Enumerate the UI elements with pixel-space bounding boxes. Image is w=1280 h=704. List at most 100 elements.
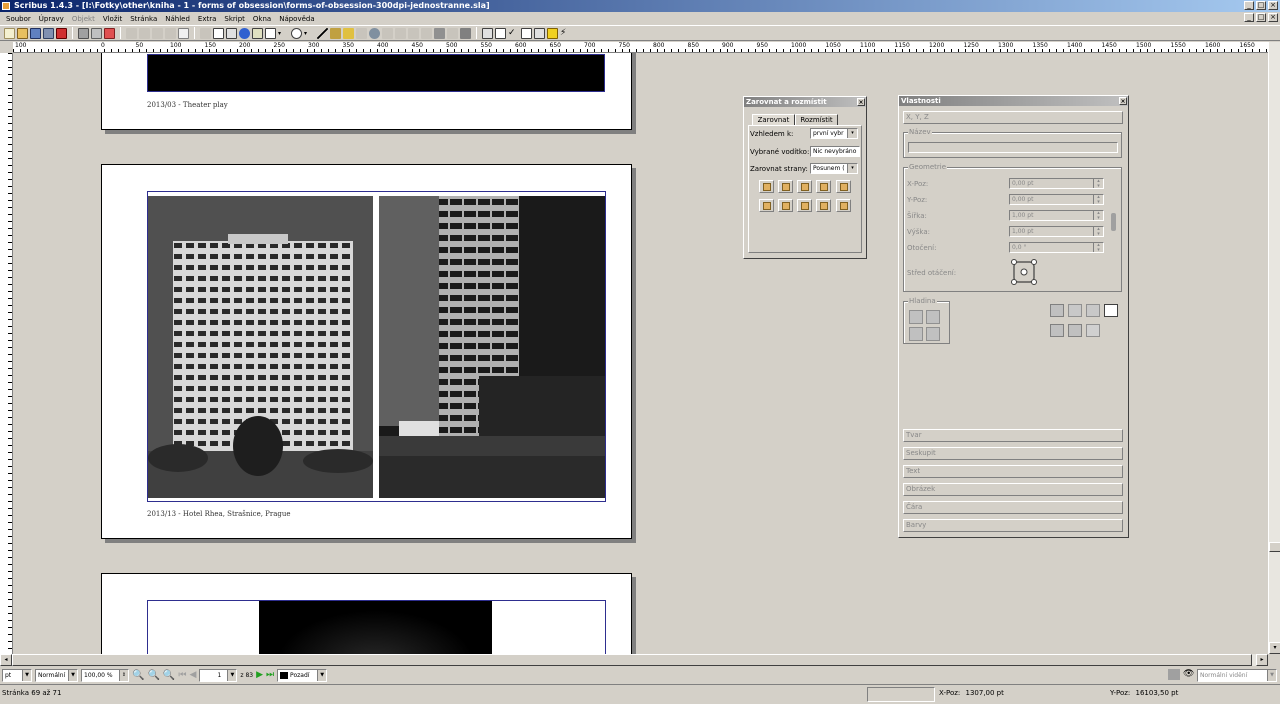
- no-print-icon[interactable]: [1086, 324, 1100, 337]
- menu-napoveda[interactable]: Nápověda: [275, 15, 318, 23]
- zoom-in-icon[interactable]: 🔍: [163, 670, 175, 681]
- copy-properties-icon[interactable]: [447, 27, 458, 39]
- zoom-icon[interactable]: [369, 27, 380, 39]
- text-annotation-icon[interactable]: [547, 27, 558, 39]
- align-bottom-button[interactable]: [816, 199, 831, 212]
- page-71[interactable]: [101, 573, 632, 654]
- menu-okna[interactable]: Okna: [249, 15, 275, 23]
- unit-select[interactable]: pt ▼: [2, 668, 32, 682]
- preflight-icon[interactable]: [91, 27, 102, 39]
- pdf-combobox-icon[interactable]: [521, 27, 532, 39]
- spinner-icon[interactable]: ▴ ▾: [1093, 227, 1103, 236]
- menu-skript[interactable]: Skript: [220, 15, 249, 23]
- horizontal-scrollbar[interactable]: ◂ ▸: [0, 654, 1268, 666]
- spinner-icon[interactable]: ▴ ▾: [1093, 243, 1103, 252]
- flip-vertical-icon[interactable]: [1068, 304, 1082, 317]
- export-pdf-icon[interactable]: [104, 27, 115, 39]
- menu-nahled[interactable]: Náhled: [161, 15, 194, 23]
- properties-panel-title[interactable]: Vlastnosti ×: [899, 96, 1128, 106]
- object-name-field[interactable]: [908, 142, 1118, 153]
- lower-to-bottom-icon[interactable]: [926, 327, 940, 341]
- measure-icon[interactable]: [434, 27, 445, 39]
- chain-link-icon[interactable]: [1111, 213, 1116, 231]
- edit-content-icon[interactable]: [382, 27, 393, 39]
- pdf-button-icon[interactable]: [482, 27, 493, 39]
- edit-text-icon[interactable]: [395, 27, 406, 39]
- scroll-down-button[interactable]: ▾: [1269, 642, 1280, 654]
- menu-extra[interactable]: Extra: [194, 15, 220, 23]
- last-page-icon[interactable]: ⏭: [266, 670, 274, 680]
- xpos-field[interactable]: 0,00 pt ▴ ▾: [1009, 178, 1104, 189]
- vertical-scroll-thumb[interactable]: [1269, 542, 1280, 552]
- line-icon[interactable]: [317, 27, 328, 39]
- menu-vlozit[interactable]: Vložit: [99, 15, 126, 23]
- center-vertical-button[interactable]: [797, 199, 812, 212]
- height-field[interactable]: 1,00 pt ▴ ▾: [1009, 226, 1104, 237]
- image-quality-select[interactable]: Normální ▼: [35, 668, 78, 682]
- pdf-checkbox-icon[interactable]: ✓: [508, 28, 519, 39]
- visual-mode-select[interactable]: Normální vidění ▼: [1197, 669, 1277, 682]
- align-sides-select[interactable]: Posunem ( ▾: [810, 163, 858, 174]
- width-field[interactable]: 1,00 pt ▴ ▾: [1009, 210, 1104, 221]
- page-select[interactable]: 1 ▼: [199, 668, 238, 682]
- align-right-button[interactable]: [816, 180, 831, 193]
- section-tvar[interactable]: Tvar: [903, 429, 1123, 442]
- link-frames-icon[interactable]: [408, 27, 419, 39]
- section-obrazek[interactable]: Obrázek: [903, 483, 1123, 496]
- properties-panel-close-button[interactable]: ×: [1119, 97, 1127, 105]
- previous-page-icon[interactable]: ◀: [189, 670, 196, 680]
- lock-position-icon[interactable]: [1068, 324, 1082, 337]
- rotation-field[interactable]: 0,0 ° ▴ ▾: [1009, 242, 1104, 253]
- zoom-field[interactable]: 100,00 % ⇕: [81, 668, 129, 682]
- eyedropper-icon[interactable]: [460, 27, 471, 39]
- pdf-textfield-icon[interactable]: [495, 27, 506, 39]
- close-button[interactable]: ×: [1268, 1, 1278, 10]
- zoom-out-icon[interactable]: 🔍: [132, 670, 144, 681]
- spinner-icon[interactable]: ▴ ▾: [1093, 179, 1103, 188]
- pdf-listbox-icon[interactable]: [534, 27, 545, 39]
- hotel-photo-right[interactable]: [379, 196, 605, 498]
- open-folder-icon[interactable]: [17, 27, 28, 39]
- print-icon[interactable]: [78, 27, 89, 39]
- tab-rozmistit[interactable]: Rozmístit: [795, 114, 838, 125]
- align-right-sides-button[interactable]: [836, 180, 851, 193]
- raise-to-top-icon[interactable]: [909, 310, 923, 324]
- minimize-button[interactable]: _: [1244, 1, 1254, 10]
- align-bottom-sides-button[interactable]: [836, 199, 851, 212]
- maximize-button[interactable]: □: [1256, 1, 1266, 10]
- doc-close-button[interactable]: ×: [1268, 13, 1278, 22]
- horizontal-scroll-thumb[interactable]: [12, 654, 1252, 666]
- menu-soubor[interactable]: Soubor: [2, 15, 35, 23]
- flip-horizontal-icon[interactable]: [1050, 304, 1064, 317]
- close-document-icon[interactable]: [56, 27, 67, 39]
- spinner-icon[interactable]: ▴ ▾: [1093, 211, 1103, 220]
- ypos-field[interactable]: 0,00 pt ▴ ▾: [1009, 194, 1104, 205]
- select-icon[interactable]: [200, 27, 211, 39]
- lock-size-icon[interactable]: [1050, 324, 1064, 337]
- menu-stranka[interactable]: Stránka: [126, 15, 161, 23]
- lower-icon[interactable]: [909, 327, 923, 341]
- hotel-photo-left[interactable]: [148, 196, 373, 498]
- visual-preview-icon[interactable]: 👁: [1183, 669, 1195, 680]
- doc-minimize-button[interactable]: _: [1244, 13, 1254, 22]
- render-frame-icon[interactable]: [239, 27, 250, 39]
- unlink-frames-icon[interactable]: [421, 27, 432, 39]
- rotation-origin-selector[interactable]: [1011, 259, 1037, 285]
- preview-mode-icon[interactable]: [1168, 669, 1180, 680]
- align-panel-title[interactable]: Zarovnat a rozmístit ×: [744, 97, 866, 107]
- zoom-100-icon[interactable]: 🔍: [147, 670, 159, 681]
- scroll-right-button[interactable]: ▸: [1256, 654, 1268, 666]
- print-toggle-icon[interactable]: [1104, 304, 1118, 317]
- undo-icon[interactable]: [126, 27, 137, 39]
- page-69[interactable]: 2013/03 - Theater play: [101, 53, 632, 130]
- paste-icon[interactable]: [178, 27, 189, 39]
- menu-upravy[interactable]: Úpravy: [35, 15, 68, 23]
- save-as-icon[interactable]: [43, 27, 54, 39]
- table-icon[interactable]: [252, 27, 263, 39]
- image-frame-icon[interactable]: [226, 27, 237, 39]
- section-text[interactable]: Text: [903, 465, 1123, 478]
- redo-icon[interactable]: [139, 27, 150, 39]
- vertical-scrollbar[interactable]: ▾: [1268, 42, 1280, 654]
- shape-icon[interactable]: [265, 27, 276, 39]
- align-top-button[interactable]: [778, 199, 793, 212]
